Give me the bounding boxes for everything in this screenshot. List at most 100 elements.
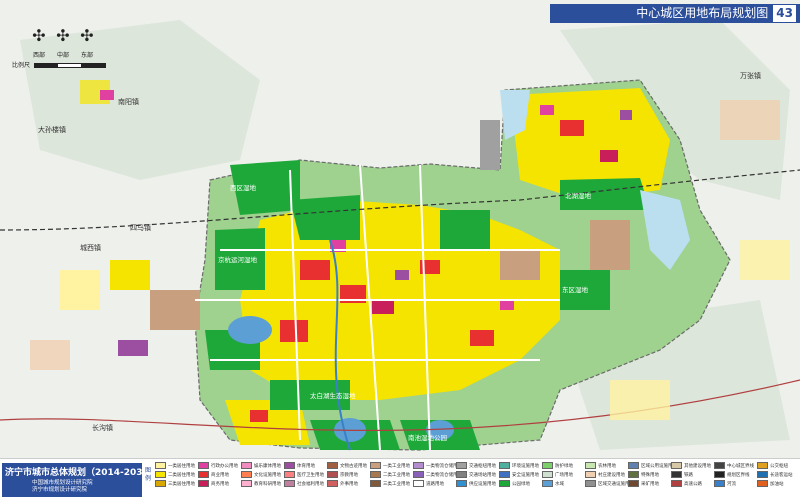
legend-item: 农林用地 xyxy=(585,461,628,470)
legend-item-label: 安全设施用地 xyxy=(512,472,539,478)
legend-swatch xyxy=(284,480,295,487)
legend-item-label: 二类物流仓储用地 xyxy=(426,472,456,478)
legend-swatch xyxy=(499,480,510,487)
map-title-bar: 中心城区用地布局规划图 43 xyxy=(550,4,800,23)
legend-item-label: 交通场站用地 xyxy=(469,472,496,478)
legend-swatch xyxy=(327,462,338,469)
legend-item-label: 体育用地 xyxy=(297,463,315,469)
legend-item-label: 中心城区界线 xyxy=(727,463,754,469)
legend-swatch xyxy=(284,471,295,478)
legend-item: 一类物流仓储用地 xyxy=(413,461,456,470)
legend-swatch xyxy=(241,480,252,487)
legend-item: 一类工业用地 xyxy=(370,461,413,470)
legend-swatch xyxy=(370,462,381,469)
legend-item: 医疗卫生用地 xyxy=(284,470,327,479)
legend-item: 区域交通设施用地 xyxy=(585,479,628,488)
legend-item: 二类物流仓储用地 xyxy=(413,470,456,479)
legend-swatch xyxy=(155,462,166,469)
place-label: 南阳镇 xyxy=(118,97,139,106)
legend-item-label: 公园绿地 xyxy=(512,481,530,487)
legend-item-label: 水域 xyxy=(555,481,564,487)
legend-swatch xyxy=(499,471,510,478)
legend-item-label: 一类居住用地 xyxy=(168,463,195,469)
legend-item-label: 道路用地 xyxy=(426,481,444,487)
legend-item: 铁路 xyxy=(671,470,714,479)
legend-swatch xyxy=(671,480,682,487)
legend-swatch xyxy=(585,480,596,487)
legend-swatch xyxy=(198,471,209,478)
legend-swatch xyxy=(628,480,639,487)
legend-item: 防护绿地 xyxy=(542,461,585,470)
legend-item: 河流 xyxy=(714,479,757,488)
legend-item-label: 采矿用地 xyxy=(641,481,659,487)
legend-item-label: 供应设施用地 xyxy=(469,481,496,487)
legend-item-label: 长途客运站 xyxy=(770,472,793,478)
legend-item-label: 文物古迹用地 xyxy=(340,463,367,469)
legend-item: 高速公路 xyxy=(671,479,714,488)
legend-item-label: 规划区界线 xyxy=(727,472,750,478)
legend-item-label: 医疗卫生用地 xyxy=(297,472,324,478)
legend-item-label: 三类居住用地 xyxy=(168,481,195,487)
legend-item: 村庄建设用地 xyxy=(585,470,628,479)
plan-org: 济宁市规划设计研究院 xyxy=(32,487,88,493)
legend-swatch xyxy=(671,462,682,469)
legend-item-label: 教育科研用地 xyxy=(254,481,281,487)
legend-swatch xyxy=(456,462,467,469)
legend-grid: 一类居住用地 行政办公用地 娱乐康体用地 体育用地 文物古迹用地 一类工业用地 一类物流仓储… xyxy=(155,461,800,488)
legend-swatch xyxy=(628,462,639,469)
legend-swatch xyxy=(327,471,338,478)
legend-swatch xyxy=(499,462,510,469)
legend-item-label: 二类工业用地 xyxy=(383,472,410,478)
place-label: 长沟镇 xyxy=(92,423,113,432)
legend-swatch xyxy=(413,462,424,469)
map-canvas[interactable]: 南阳镇 大孙楼镇 四马镇 城西镇 万张镇 长沟镇 太白湖生态湿地 京杭运河湿地 … xyxy=(0,0,800,458)
legend-item: 采矿用地 xyxy=(628,479,671,488)
legend-item: 特殊用地 xyxy=(628,470,671,479)
legend-item: 二类工业用地 xyxy=(370,470,413,479)
land-use-map[interactable]: 南阳镇 大孙楼镇 四马镇 城西镇 万张镇 长沟镇 太白湖生态湿地 京杭运河湿地 … xyxy=(0,0,800,458)
legend-item-label: 高速公路 xyxy=(684,481,702,487)
legend-item: 文物古迹用地 xyxy=(327,461,370,470)
legend-item: 规划区界线 xyxy=(714,470,757,479)
legend-item-label: 商业用地 xyxy=(211,472,229,478)
park-label: 西区湿地 xyxy=(230,183,257,192)
map-title: 中心城区用地布局规划图 xyxy=(636,6,769,20)
legend-item: 娱乐康体用地 xyxy=(241,461,284,470)
legend-item: 加油站 xyxy=(757,479,800,488)
page-number: 43 xyxy=(773,5,796,22)
plan-org: 中国城市规划设计研究院 xyxy=(32,480,93,486)
legend-swatch xyxy=(327,480,338,487)
legend-item-label: 区域交通设施用地 xyxy=(598,481,628,487)
legend-item-label: 文化设施用地 xyxy=(254,472,281,478)
scale-label: 比例尺 xyxy=(12,62,31,69)
legend-item: 外事用地 xyxy=(327,479,370,488)
scale-bar: 比例尺 xyxy=(12,60,107,69)
park-label: 京杭运河湿地 xyxy=(218,255,258,264)
legend-item: 道路用地 xyxy=(413,479,456,488)
legend-swatch xyxy=(284,462,295,469)
legend-swatch xyxy=(155,471,166,478)
place-label: 万张镇 xyxy=(740,71,761,80)
legend-item: 安全设施用地 xyxy=(499,470,542,479)
legend-swatch xyxy=(714,462,725,469)
legend-item: 商业用地 xyxy=(198,470,241,479)
legend-item-label: 公交枢纽 xyxy=(770,463,788,469)
place-label: 四马镇 xyxy=(130,223,151,232)
legend-item-label: 农林用地 xyxy=(598,463,616,469)
legend-item-label: 铁路 xyxy=(684,472,693,478)
legend-swatch xyxy=(241,462,252,469)
legend-swatch xyxy=(456,480,467,487)
legend-item: 公交枢纽 xyxy=(757,461,800,470)
legend-swatch xyxy=(714,480,725,487)
legend-swatch xyxy=(542,462,553,469)
legend-item-label: 广场用地 xyxy=(555,472,573,478)
legend-item: 商务用地 xyxy=(198,479,241,488)
legend-item-label: 河流 xyxy=(727,481,736,487)
legend-item: 区域公用设施用地 xyxy=(628,461,671,470)
legend-item: 体育用地 xyxy=(284,461,327,470)
legend-swatch xyxy=(198,480,209,487)
legend-item: 三类居住用地 xyxy=(155,479,198,488)
legend-item: 二类居住用地 xyxy=(155,470,198,479)
legend-item: 广场用地 xyxy=(542,470,585,479)
legend-item: 环境设施用地 xyxy=(499,461,542,470)
